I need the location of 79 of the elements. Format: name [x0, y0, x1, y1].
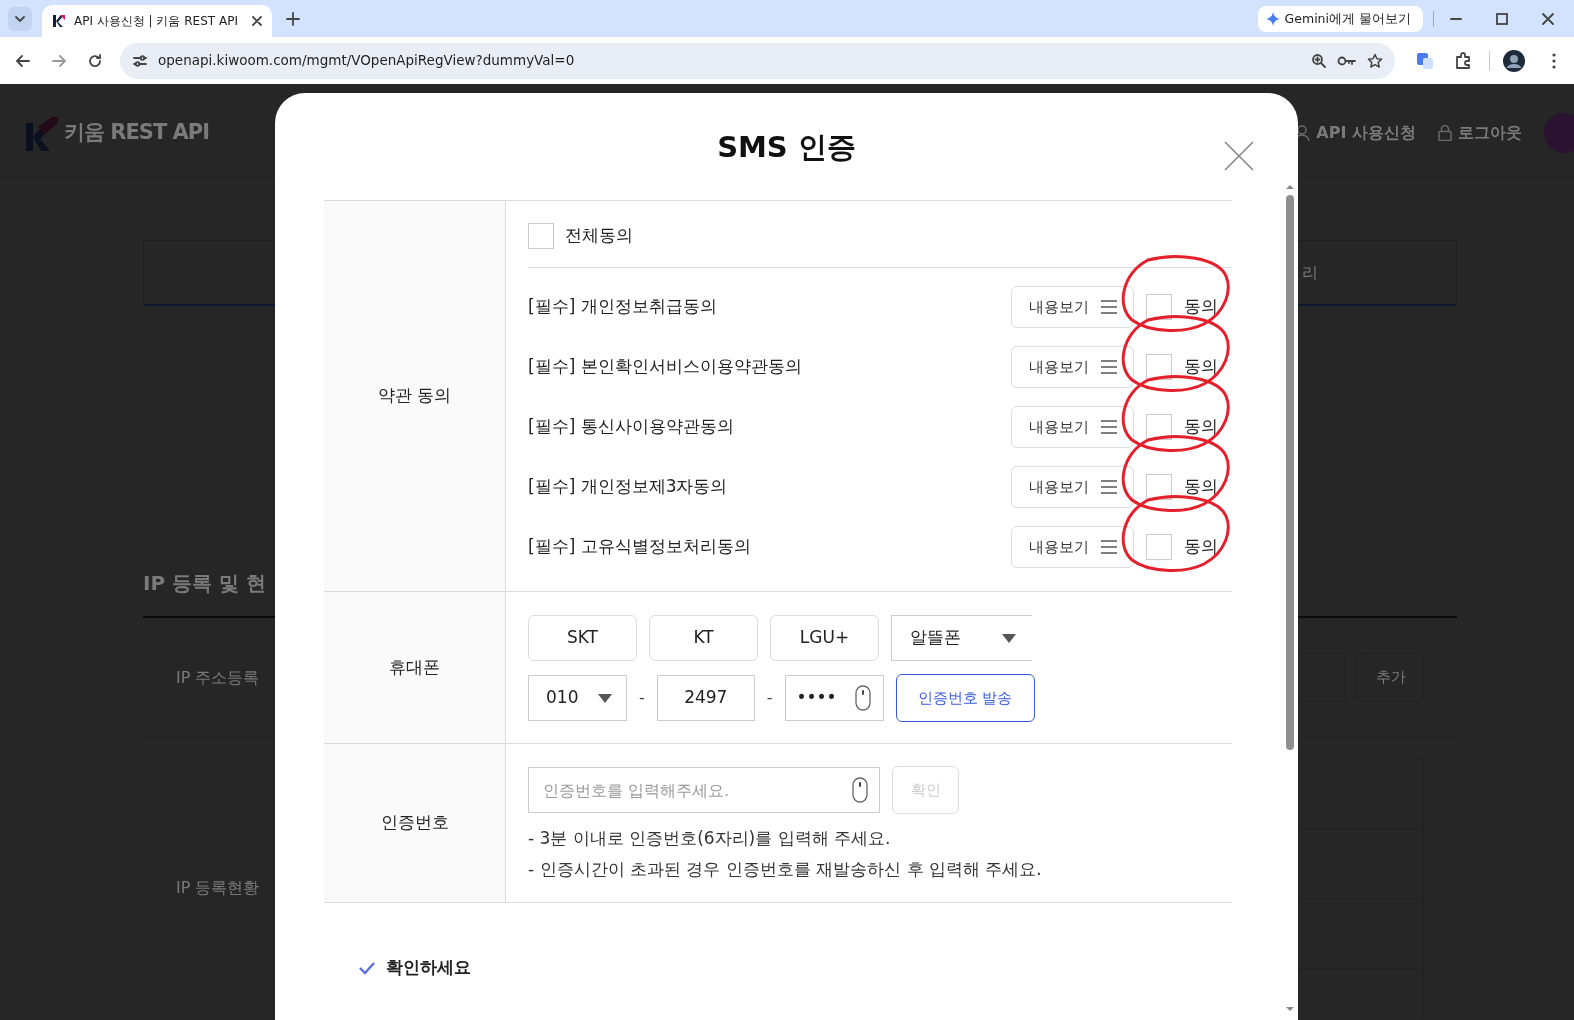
- view-button[interactable]: 내용보기: [1011, 526, 1134, 568]
- carrier-button[interactable]: LGU+: [770, 615, 879, 661]
- terms-label: [필수] 개인정보취급동의: [528, 295, 717, 319]
- tab-list-button[interactable]: [8, 7, 32, 31]
- section-label: 인증번호: [324, 744, 506, 902]
- caret-icon: [1002, 633, 1016, 643]
- checkbox-label: 전체동의: [565, 224, 633, 248]
- carrier-select[interactable]: 알뜰폰: [891, 615, 1032, 661]
- view-button[interactable]: 내용보기: [1011, 286, 1134, 328]
- checkbox[interactable]: [1146, 534, 1172, 560]
- favicon-icon: [52, 14, 66, 28]
- list-icon: [1100, 420, 1117, 434]
- mouse-icon: [852, 777, 868, 803]
- checkbox-label: 동의: [1184, 415, 1218, 439]
- code-input-field[interactable]: 인증번호를 입력해주세요.: [528, 767, 880, 813]
- logo-text: 키움 REST API: [64, 119, 210, 147]
- send-code-button[interactable]: 인증번호 발송: [895, 674, 1035, 722]
- gemini-button[interactable]: Gemini에게 물어보기: [1257, 6, 1423, 32]
- close-button[interactable]: [1224, 141, 1254, 171]
- list-icon: [1100, 360, 1117, 374]
- checkbox[interactable]: [1146, 474, 1172, 500]
- zoom-icon[interactable]: [1311, 52, 1327, 69]
- terms-label: [필수] 고유식별정보처리동의: [528, 535, 751, 559]
- caret-icon: [598, 693, 612, 703]
- separator: -: [639, 687, 645, 709]
- checkbox-label: 동의: [1184, 355, 1218, 379]
- nav-link[interactable]: 로그아웃: [1458, 121, 1522, 145]
- number-field[interactable]: 2497: [656, 675, 755, 721]
- close-icon[interactable]: [1542, 13, 1554, 25]
- scrollbar[interactable]: [1284, 183, 1296, 1013]
- notice-title: 확인하세요: [386, 956, 471, 979]
- carrier-button[interactable]: KT: [649, 615, 758, 661]
- terms-label: [필수] 통신사이용약관동의: [528, 415, 734, 439]
- checkbox[interactable]: [1146, 414, 1172, 440]
- sparkle-icon: [1265, 12, 1280, 26]
- list-icon: [1100, 300, 1117, 314]
- checkbox[interactable]: [1146, 354, 1172, 380]
- terms-label: [필수] 본인확인서비스이용약관동의: [528, 355, 802, 379]
- view-button[interactable]: 내용보기: [1011, 406, 1134, 448]
- url-text: openapi.kiwoom.com/mgmt/VOpenApiRegView?dummyVal=0: [158, 51, 576, 71]
- lock-icon: [1438, 125, 1452, 141]
- star-icon[interactable]: [1367, 52, 1383, 69]
- checkbox-label: 동의: [1184, 295, 1218, 319]
- checkbox[interactable]: [1146, 294, 1172, 320]
- prefix-select[interactable]: 010: [528, 675, 627, 721]
- mouse-icon: [854, 685, 871, 711]
- separator: -: [766, 687, 773, 709]
- note-text: - 3분 이내로 인증번호(6자리)를 입력해 주세요.: [528, 827, 892, 850]
- carrier-button[interactable]: SKT: [528, 615, 637, 661]
- terms-label: [필수] 개인정보제3자동의: [528, 475, 728, 499]
- profile-avatar-icon[interactable]: [1502, 48, 1526, 73]
- checkbox-label: 동의: [1184, 535, 1218, 559]
- scroll-down-icon[interactable]: [1286, 1007, 1294, 1011]
- scroll-up-icon[interactable]: [1286, 185, 1294, 189]
- new-tab-icon[interactable]: [286, 12, 300, 26]
- logo-icon: [26, 115, 58, 151]
- section-label: 약관 동의: [324, 201, 506, 591]
- maximize-icon[interactable]: [1496, 13, 1508, 25]
- tab-title: API 사용신청 | 키움 REST API: [74, 13, 239, 30]
- secure-number-field[interactable]: ••••: [784, 675, 884, 721]
- close-icon[interactable]: [252, 16, 262, 26]
- browser-tab[interactable]: API 사용신청 | 키움 REST API: [42, 5, 272, 37]
- row-label: IP 주소등록: [176, 666, 260, 689]
- site-info-icon[interactable]: [132, 52, 148, 69]
- address-bar[interactable]: openapi.kiwoom.com/mgmt/VOpenApiRegView?dummyVal=0: [120, 42, 1395, 79]
- tab-label[interactable]: 리: [1302, 260, 1318, 285]
- checkbox-label: 동의: [1184, 475, 1218, 499]
- add-button[interactable]: 추가: [1357, 653, 1424, 702]
- note-text: - 인증시간이 초과된 경우 인증번호를 재발송하신 후 입력해 주세요.: [528, 858, 1043, 881]
- checkbox[interactable]: [528, 223, 554, 249]
- nav-link[interactable]: API 사용신청: [1316, 121, 1416, 145]
- list-icon: [1100, 480, 1117, 494]
- list-icon: [1100, 540, 1117, 554]
- section-label: 휴대폰: [324, 592, 506, 743]
- view-button[interactable]: 내용보기: [1011, 346, 1134, 388]
- view-button[interactable]: 내용보기: [1011, 466, 1134, 508]
- row-label: IP 등록현황: [176, 877, 260, 899]
- check-icon: [358, 960, 376, 975]
- modal-title: SMS 인증: [717, 130, 856, 165]
